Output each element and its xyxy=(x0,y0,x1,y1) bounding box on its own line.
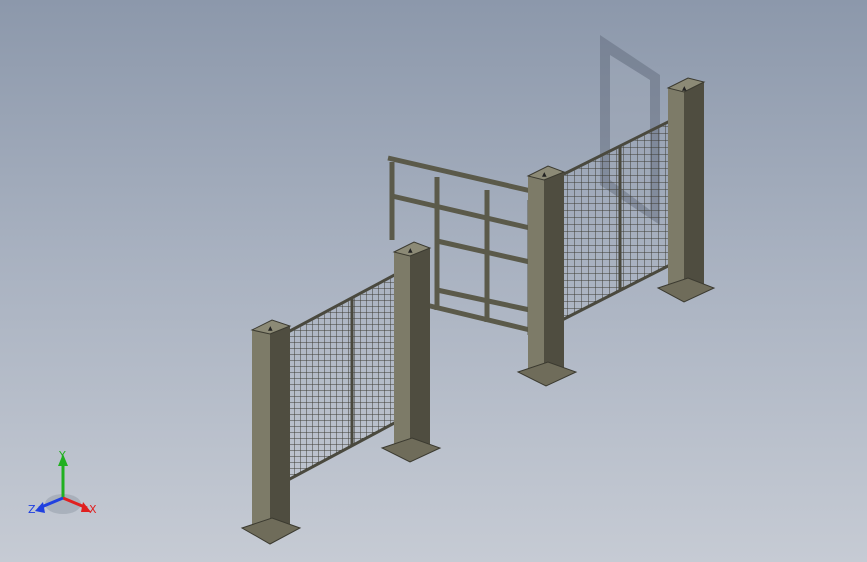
svg-text:▲: ▲ xyxy=(268,325,273,332)
svg-text:▲: ▲ xyxy=(408,247,413,254)
cad-viewport[interactable]: ▲ ▲ ▲ ▲ Y X Z xyxy=(0,0,867,562)
coordinate-triad[interactable]: Y X Z xyxy=(25,446,105,526)
mesh-panel-right[interactable] xyxy=(560,115,678,323)
svg-text:▲: ▲ xyxy=(542,171,547,178)
model-graphics-area[interactable]: ▲ ▲ ▲ ▲ xyxy=(0,0,867,562)
svg-text:▲: ▲ xyxy=(682,85,687,92)
triad-z-label: Z xyxy=(28,503,36,516)
triad-y-label: Y xyxy=(59,449,66,462)
triad-x-label: X xyxy=(89,503,97,516)
